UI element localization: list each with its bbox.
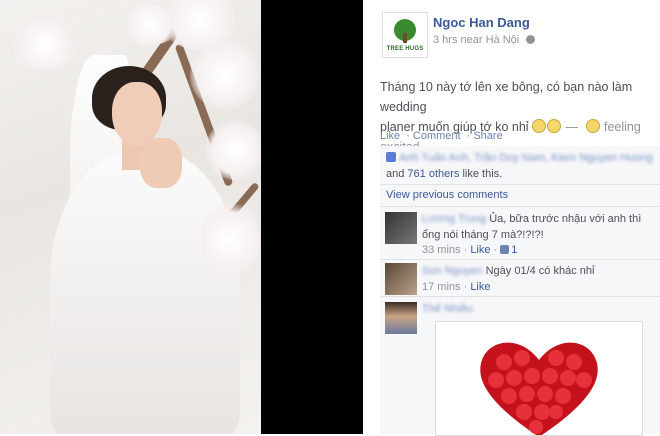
post-meta: 3 hrs near Hà Nội <box>433 34 536 46</box>
post-message: Tháng 10 này tớ lên xe bông, có bạn nào … <box>380 77 660 157</box>
divider <box>380 206 660 207</box>
message-line-1: Tháng 10 này tớ lên xe bông, có bạn nào … <box>380 80 633 114</box>
comment-meta: 17 mins · Like <box>422 281 491 293</box>
divider <box>380 259 660 260</box>
like-link[interactable]: Like <box>380 130 400 142</box>
post-time-location[interactable]: 3 hrs near Hà Nội <box>433 34 519 46</box>
comment-body: Thế Nhiều <box>422 301 657 317</box>
globe-icon <box>526 35 536 44</box>
facebook-post: TREE HUGS Ngoc Han Dang 3 hrs near Hà Nộ… <box>363 0 660 436</box>
thumbs-up-icon <box>386 152 396 162</box>
comment-text: Ngày 01/4 có khác nhỉ <box>485 265 595 277</box>
tree-logo-icon <box>394 18 416 43</box>
comment-like-link[interactable]: Like <box>470 244 490 256</box>
feeling-emoticon-icon <box>585 119 600 133</box>
commenter-name[interactable]: Thế Nhiều <box>422 303 473 315</box>
post-actions: Like · Comment · Share <box>380 130 503 142</box>
likes-summary: Anh Tuấn Anh, Trần Duy Nam, Kiem Nguyen … <box>380 146 660 184</box>
comment-meta: 33 mins · Like · 1 <box>422 244 518 256</box>
black-divider <box>261 0 363 434</box>
likes-and: and <box>386 168 405 180</box>
divider <box>380 296 660 297</box>
comment-time[interactable]: 17 mins <box>422 281 461 293</box>
comment-body: Lương Trung Ủa, bữa trước nhậu với anh t… <box>422 211 657 243</box>
comment-1: Lương Trung Ủa, bữa trước nhậu với anh t… <box>380 208 660 260</box>
commenter-avatar[interactable] <box>385 263 417 295</box>
feeling-dash: — <box>565 120 582 134</box>
wedding-photo <box>0 0 261 434</box>
comment-time[interactable]: 33 mins <box>422 244 461 256</box>
commenter-avatar[interactable] <box>385 212 417 244</box>
others-link[interactable]: 761 others <box>407 168 459 180</box>
divider <box>380 184 660 185</box>
like-count-icon <box>500 245 510 254</box>
smile-emoticon-icon <box>547 119 562 133</box>
avatar[interactable]: TREE HUGS <box>382 12 428 58</box>
comment-like-link[interactable]: Like <box>470 281 490 293</box>
avatar-brand-label: TREE HUGS <box>386 45 424 52</box>
author-name[interactable]: Ngoc Han Dang <box>433 15 530 30</box>
view-previous-comments[interactable]: View previous comments <box>386 189 508 201</box>
commenter-avatar[interactable] <box>385 302 417 334</box>
comment-link[interactable]: Comment <box>413 130 461 142</box>
comment-like-count[interactable]: 1 <box>511 244 517 256</box>
feedback-area: Anh Tuấn Anh, Trần Duy Nam, Kiem Nguyen … <box>380 146 660 436</box>
rose-heart-image[interactable] <box>435 321 643 436</box>
comment-body: Son Nguyen Ngày 01/4 có khác nhỉ <box>422 263 657 279</box>
like-this-text: like this. <box>462 168 503 180</box>
liker-names[interactable]: Anh Tuấn Anh, Trần Duy Nam, Kiem Nguyen … <box>399 152 653 164</box>
commenter-name[interactable]: Lương Trung <box>422 213 486 225</box>
smile-emoticon-icon <box>532 119 547 133</box>
commenter-name[interactable]: Son Nguyen <box>422 265 483 277</box>
comment-2: Son Nguyen Ngày 01/4 có khác nhỉ 17 mins… <box>380 261 660 297</box>
share-link[interactable]: Share <box>473 130 502 142</box>
heart-of-roses-graphic <box>477 342 601 435</box>
